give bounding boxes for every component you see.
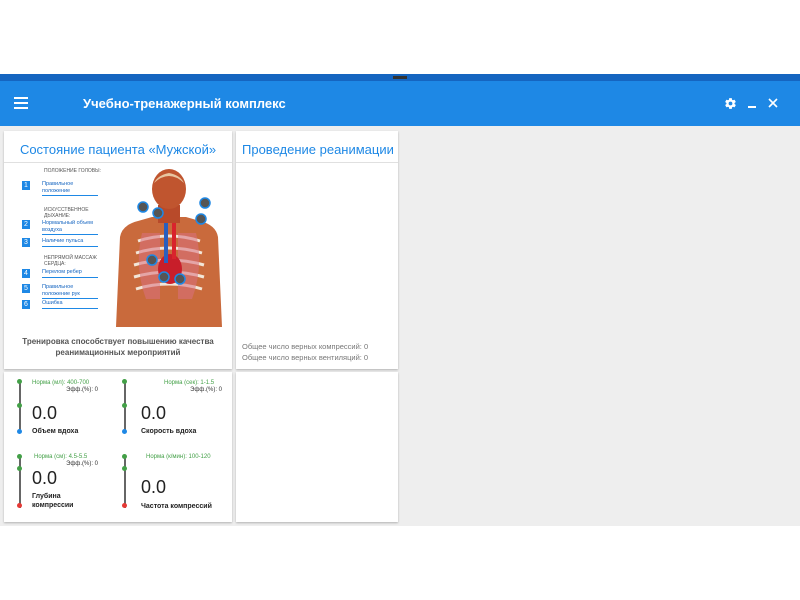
- metric-value: 0.0: [141, 403, 167, 423]
- legend-section-head: ПОЛОЖЕНИЕ ГОЛОВЫ:: [44, 168, 101, 174]
- metric-marker: [17, 466, 22, 471]
- legend-label: Наличие пульса: [42, 238, 98, 247]
- legend-number: 5: [22, 284, 30, 293]
- metric-marker: [17, 454, 22, 459]
- gear-icon[interactable]: [720, 93, 740, 113]
- metric-label: Объем вдоха: [32, 428, 79, 435]
- metric-marker: [122, 454, 127, 459]
- resuscitation-stats: Общее число верных компрессий: 0 Общее ч…: [242, 341, 368, 363]
- metric-marker: [122, 503, 127, 508]
- metric-marker: [17, 403, 22, 408]
- metric-label: Глубина компрессии: [32, 493, 74, 509]
- legend-label: Перелом ребер: [42, 269, 98, 278]
- resuscitation-card: Проведение реанимации Общее число верных…: [236, 131, 398, 369]
- metric-efficiency: Эфф.(%): 0: [190, 387, 222, 393]
- metric-norm: Норма (к/мин): 100-120: [146, 454, 211, 460]
- metric-marker: [122, 403, 127, 408]
- metric-marker: [17, 429, 22, 434]
- metric-track: [19, 456, 21, 508]
- close-icon[interactable]: [763, 93, 783, 113]
- metric-value: 0.0: [32, 468, 58, 488]
- metric-efficiency: Эфф.(%): 0: [66, 461, 98, 467]
- metric-norm: Норма (см): 4.5-5.5: [34, 454, 88, 460]
- metric-marker: [17, 503, 22, 508]
- metric-norm: Норма (сек): 1-1.5: [164, 380, 215, 386]
- legend-number: 3: [22, 238, 30, 247]
- app-title: Учебно-тренажерный комплекс: [83, 96, 286, 111]
- menu-icon[interactable]: [14, 97, 28, 109]
- divider: [4, 162, 232, 163]
- ventilations-count: Общее число верных вентиляций: 0: [242, 353, 369, 362]
- metric-value: 0.0: [141, 477, 167, 497]
- patient-state-card: Состояние пациента «Мужской» ПОЛОЖЕНИЕ Г…: [4, 131, 232, 369]
- app-bar: Учебно-тренажерный комплекс: [0, 81, 800, 126]
- legend-number: 1: [22, 181, 30, 190]
- patient-state-title: Состояние пациента «Мужской»: [19, 142, 217, 157]
- metric-label: Частота компрессий: [141, 503, 212, 510]
- metrics-card: Норма (мл): 400-700 Эфф.(%): 0 0.0 Объем…: [4, 372, 232, 522]
- metric-marker: [122, 429, 127, 434]
- compressions-count: Общее число верных компрессий: 0: [242, 342, 369, 351]
- metric-marker: [122, 379, 127, 384]
- metric-label: Скорость вдоха: [141, 428, 197, 435]
- metric-norm: Норма (мл): 400-700: [32, 380, 90, 386]
- patient-caption: Тренировка способствует повышению качест…: [22, 337, 214, 357]
- app-window: Учебно-тренажерный комплекс Состояние па…: [0, 74, 800, 526]
- legend-number: 2: [22, 220, 30, 229]
- metric-value: 0.0: [32, 403, 58, 423]
- main-content: Состояние пациента «Мужской» ПОЛОЖЕНИЕ Г…: [0, 126, 800, 526]
- metric-efficiency: Эфф.(%): 0: [66, 387, 98, 393]
- metric-marker: [122, 466, 127, 471]
- legend-label: Правильное положение рук: [42, 284, 98, 299]
- empty-card: [236, 372, 398, 522]
- legend-number: 6: [22, 300, 30, 309]
- divider: [236, 162, 398, 163]
- metric-track: [124, 456, 126, 508]
- legend-label: Ошибка: [42, 300, 98, 309]
- anatomy-illustration: [116, 169, 222, 327]
- resuscitation-title: Проведение реанимации: [242, 142, 394, 157]
- window-top-strip: [0, 74, 800, 81]
- legend-section-breath: ИСКУССТВЕННОЕ ДЫХАНИЕ:: [44, 207, 89, 219]
- legend-label: Правильное положение: [42, 181, 98, 196]
- metric-marker: [17, 379, 22, 384]
- drag-handle[interactable]: [393, 76, 407, 79]
- legend-number: 4: [22, 269, 30, 278]
- minimize-icon[interactable]: [742, 93, 762, 113]
- legend-section-massage: НЕПРЯМОЙ МАССАЖ СЕРДЦА:: [44, 255, 97, 267]
- legend-label: Нормальный объем воздуха: [42, 220, 98, 235]
